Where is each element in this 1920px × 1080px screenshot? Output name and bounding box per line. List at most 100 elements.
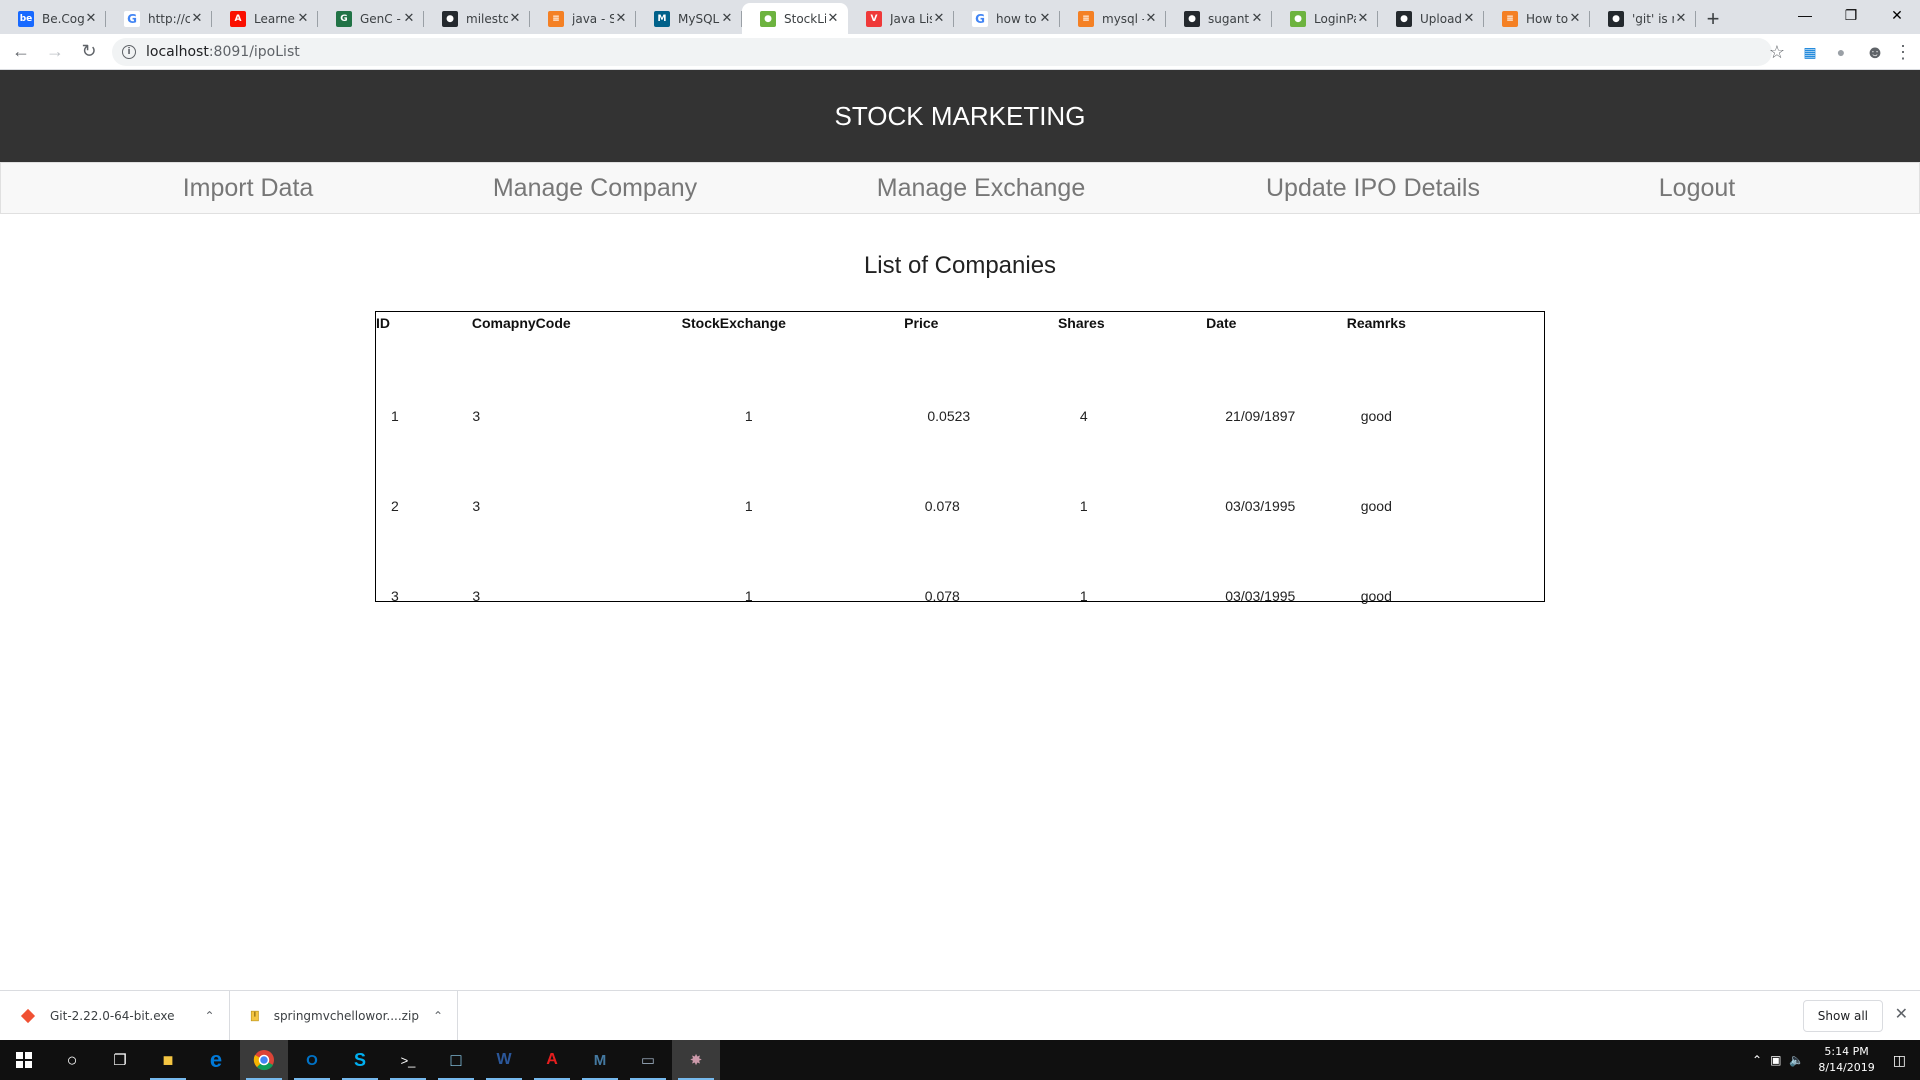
spring-leaf-icon: ●: [760, 10, 776, 27]
chrome-menu-icon[interactable]: ⋮: [1888, 34, 1918, 70]
tab-close-icon[interactable]: ✕: [190, 11, 204, 26]
tab-close-icon[interactable]: ✕: [614, 11, 628, 26]
browser-tab[interactable]: ● suganth✕: [1166, 3, 1272, 34]
minimize-icon[interactable]: —: [1782, 0, 1828, 30]
edge-browser-icon[interactable]: e: [192, 1040, 240, 1080]
command-prompt-icon[interactable]: >_: [384, 1040, 432, 1080]
tab-close-icon[interactable]: ✕: [84, 11, 98, 26]
new-tab-button[interactable]: +: [1696, 3, 1730, 34]
tab-close-icon[interactable]: ✕: [1356, 11, 1370, 26]
show-all-button[interactable]: Show all: [1802, 1000, 1883, 1032]
tab-close-icon[interactable]: ✕: [1568, 11, 1582, 26]
tab-title: mileston: [466, 11, 508, 26]
tab-close-icon[interactable]: ✕: [720, 11, 734, 26]
tab-close-icon[interactable]: ✕: [1038, 11, 1052, 26]
tab-close-icon[interactable]: ✕: [1250, 11, 1264, 26]
browser-tab[interactable]: V Java Lis ✕: [848, 3, 954, 34]
file-explorer-icon[interactable]: ■: [144, 1040, 192, 1080]
cell-company-code: 3: [472, 408, 481, 424]
zip-file-icon: [250, 1010, 259, 1021]
browser-tab[interactable]: ● Upload ✕: [1378, 3, 1484, 34]
github-icon: ●: [1396, 10, 1412, 27]
stackoverflow-icon: ≡: [548, 10, 564, 27]
close-downloads-icon[interactable]: ✕: [1895, 1004, 1908, 1023]
tab-close-icon[interactable]: ✕: [1144, 11, 1158, 26]
mysql-console-icon[interactable]: ▭: [624, 1040, 672, 1080]
clock[interactable]: 5:14 PM 8/14/2019: [1818, 1044, 1874, 1076]
network-icon[interactable]: ▣: [1770, 1053, 1781, 1067]
browser-tab[interactable]: ≡ mysql - ✕: [1060, 3, 1166, 34]
eclipse-icon[interactable]: ✸: [672, 1040, 720, 1080]
downloads-bar: Git-2.22.0-64-bit.exe ⌃ springmvchellowo…: [0, 990, 1920, 1041]
download-item[interactable]: Git-2.22.0-64-bit.exe ⌃: [0, 990, 230, 1041]
word-icon[interactable]: W: [480, 1040, 528, 1080]
nav-update-ipo-details[interactable]: Update IPO Details: [1265, 163, 1481, 213]
browser-tab[interactable]: ● StockLis✕: [742, 3, 848, 34]
notepad-icon[interactable]: □: [432, 1040, 480, 1080]
tab-close-icon[interactable]: ✕: [296, 11, 310, 26]
browser-tab[interactable]: be Be.Cogni✕: [0, 3, 106, 34]
restore-icon[interactable]: ❐: [1828, 0, 1874, 30]
download-item[interactable]: springmvchellowor....zip ⌃: [230, 990, 458, 1041]
tab-title: 'git' is n: [1632, 11, 1674, 26]
browser-tab[interactable]: A Learner ✕: [212, 3, 318, 34]
behance-icon: be: [18, 10, 34, 27]
nav-manage-company[interactable]: Manage Company: [491, 163, 699, 213]
bookmark-star-icon[interactable]: ☆: [1762, 34, 1792, 70]
cell-price: 0.0523: [927, 408, 971, 424]
extension-icon[interactable]: ●: [1826, 34, 1856, 70]
cell-remarks: good: [1360, 498, 1392, 514]
forward-arrow-icon[interactable]: →: [40, 37, 70, 67]
col-header-date: Date: [1206, 315, 1237, 331]
chevron-up-icon[interactable]: ⌃: [205, 1009, 215, 1023]
nav-logout[interactable]: Logout: [1657, 163, 1737, 213]
browser-tab[interactable]: ● LoginPa ✕: [1272, 3, 1378, 34]
google-icon: G: [124, 10, 140, 27]
browser-tab[interactable]: Ghow to ✕: [954, 3, 1060, 34]
browser-tab[interactable]: ≡ java - Sp✕: [530, 3, 636, 34]
cell-price: 0.078: [924, 588, 960, 604]
action-center-icon[interactable]: ◫: [1893, 1052, 1906, 1069]
cell-id: 3: [391, 588, 399, 604]
tab-close-icon[interactable]: ✕: [826, 11, 840, 26]
tab-close-icon[interactable]: ✕: [402, 11, 416, 26]
table-row: 1 3 1 0.0523 4 21/09/1897 good: [376, 334, 1454, 431]
tab-title: StockLis: [784, 11, 826, 26]
cortana-search-icon[interactable]: ○: [48, 1040, 96, 1080]
info-icon[interactable]: i: [122, 44, 136, 59]
col-header-remarks: Reamrks: [1346, 315, 1406, 331]
tab-close-icon[interactable]: ✕: [1462, 11, 1476, 26]
tab-title: GenC -: [360, 11, 401, 26]
tab-close-icon[interactable]: ✕: [932, 11, 946, 26]
chrome-icon[interactable]: [240, 1040, 288, 1080]
tab-title: Java Lis: [890, 11, 932, 26]
nav-import-data[interactable]: Import Data: [181, 163, 315, 213]
task-view-icon[interactable]: ❐: [96, 1040, 144, 1080]
windows-taskbar: ○ ❐ ■ e O S >_ □ W A M ▭ ✸ ⌃ ▣ 🔈 5:14 PM…: [0, 1040, 1920, 1080]
github-icon: ●: [442, 10, 458, 27]
nav-manage-exchange[interactable]: Manage Exchange: [875, 163, 1087, 213]
chevron-up-icon[interactable]: ⌃: [1752, 1053, 1762, 1067]
windows-extension-icon[interactable]: ▦: [1795, 34, 1825, 70]
tab-close-icon[interactable]: ✕: [508, 11, 522, 26]
windows-start-icon[interactable]: [0, 1040, 48, 1080]
browser-tab[interactable]: Ghttp://c ✕: [106, 3, 212, 34]
profile-avatar-icon[interactable]: ☻: [1860, 34, 1890, 70]
browser-tab[interactable]: ● mileston✕: [424, 3, 530, 34]
stackoverflow-icon: ≡: [1502, 10, 1518, 27]
browser-tab[interactable]: ≡ How to ✕: [1484, 3, 1590, 34]
browser-tab[interactable]: G GenC - ✕: [318, 3, 424, 34]
reload-icon[interactable]: ↻: [74, 37, 104, 67]
volume-icon[interactable]: 🔈: [1789, 1053, 1804, 1067]
acrobat-icon[interactable]: A: [528, 1040, 576, 1080]
chevron-up-icon[interactable]: ⌃: [433, 1009, 443, 1023]
window-close-icon[interactable]: ✕: [1874, 0, 1920, 30]
skype-icon[interactable]: S: [336, 1040, 384, 1080]
browser-tab[interactable]: ● 'git' is n✕: [1590, 3, 1696, 34]
mysql-workbench-icon[interactable]: M: [576, 1040, 624, 1080]
back-arrow-icon[interactable]: ←: [6, 37, 36, 67]
browser-tab[interactable]: M MySQL ✕: [636, 3, 742, 34]
outlook-icon[interactable]: O: [288, 1040, 336, 1080]
tab-close-icon[interactable]: ✕: [1674, 11, 1688, 26]
address-bar[interactable]: i localhost:8091/ipoList: [112, 37, 1772, 66]
